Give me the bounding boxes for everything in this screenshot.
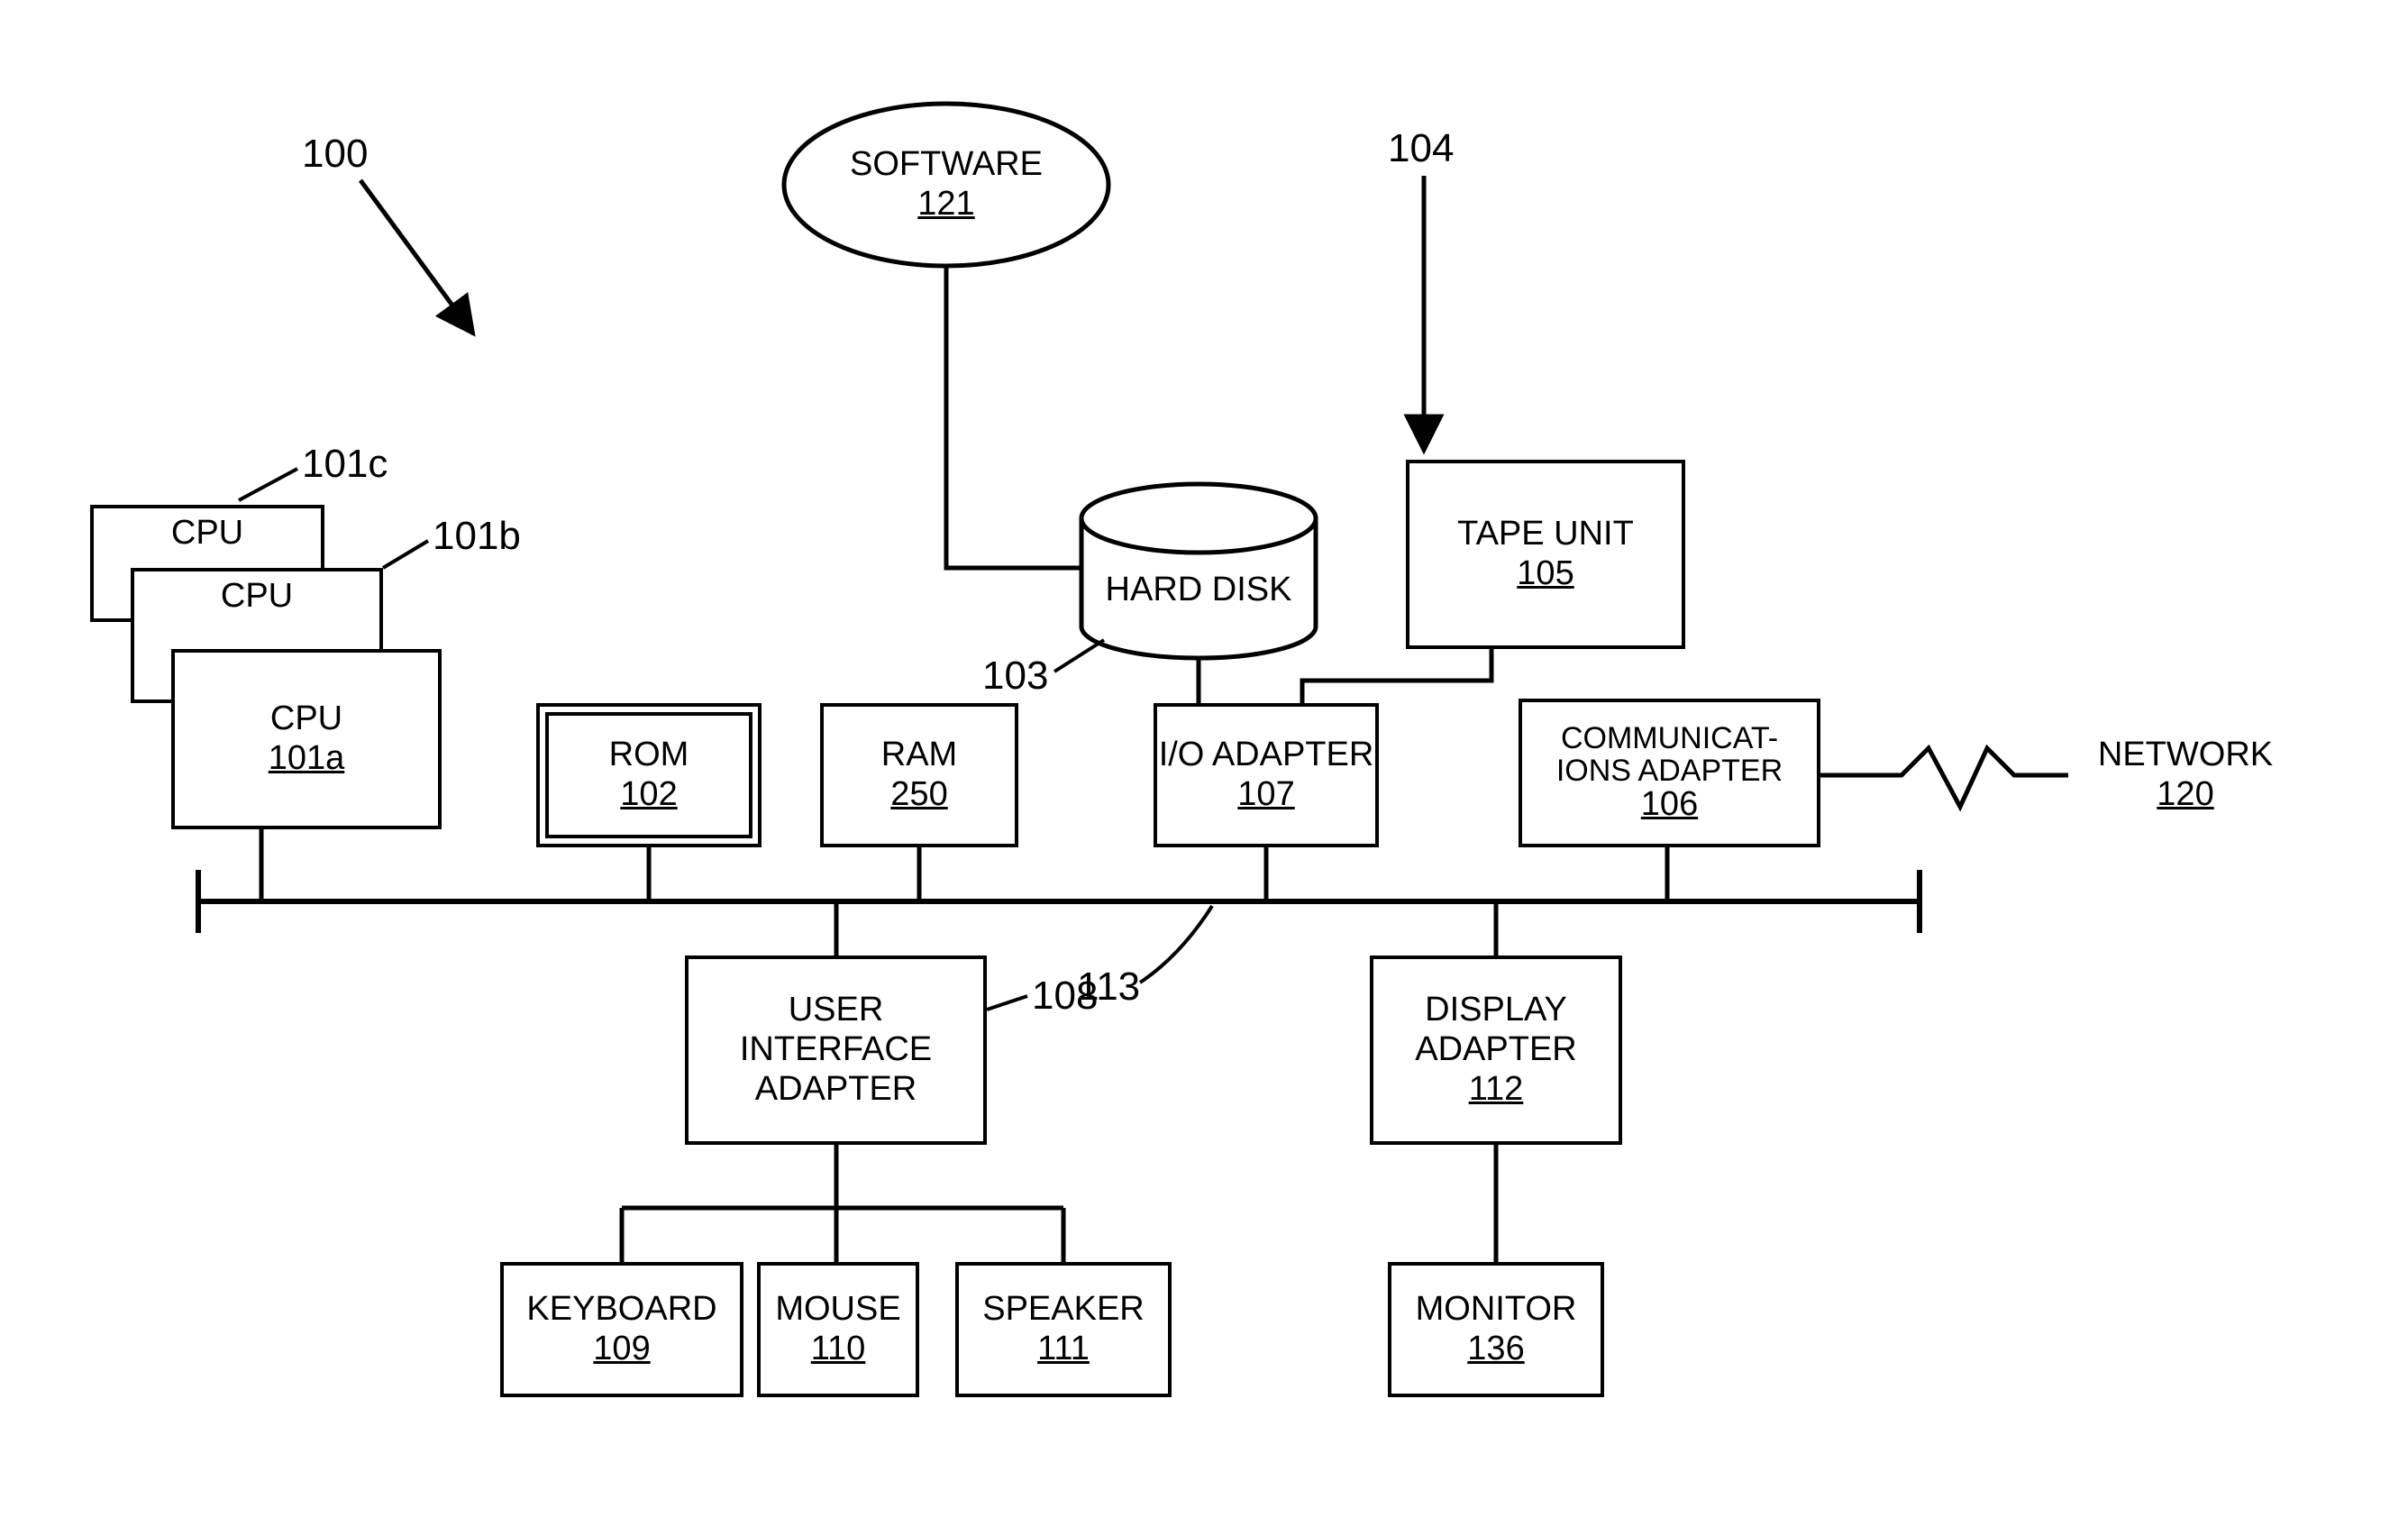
keyboard-ref: 109 [593,1330,650,1369]
cpu-c-label: CPU [171,514,243,553]
mouse-label: MOUSE [775,1290,900,1330]
monitor-block: MONITOR 136 [1388,1262,1604,1397]
tape-ref: 105 [1517,554,1573,594]
keyboard-block: KEYBOARD 109 [500,1262,743,1397]
ram-block: RAM 250 [820,703,1018,847]
ref-harddisk: 103 [982,654,1048,699]
mouse-block: MOUSE 110 [757,1262,919,1397]
software-label: SOFTWARE [850,145,1043,185]
cpu-a-ref: 101a [269,739,345,779]
ram-label: RAM [881,736,957,775]
ref-system: 100 [302,132,368,177]
ram-ref: 250 [890,775,947,815]
tape-unit-block: TAPE UNIT 105 [1406,460,1685,649]
ui-adapter-block: USER INTERFACE ADAPTER [685,956,987,1145]
rom-outer: ROM 102 [536,703,762,847]
software-block: SOFTWARE 121 [816,135,1077,234]
comm-adapter-block: COMMUNICAT- IONS ADAPTER 106 [1519,699,1820,847]
network-ref: 120 [2157,775,2213,815]
ref-tape-lead: 104 [1388,126,1454,171]
speaker-ref: 111 [1037,1330,1090,1369]
network-block: NETWORK 120 [2068,717,2303,834]
comm-label: COMMUNICAT- IONS ADAPTER [1529,723,1810,787]
rom-ref: 102 [620,775,677,815]
mouse-ref: 110 [811,1330,866,1369]
monitor-label: MONITOR [1416,1290,1577,1330]
cpu-b-label: CPU [221,577,293,617]
rom-inner: ROM 102 [545,712,752,838]
cpu-a-label: CPU [270,699,342,739]
keyboard-label: KEYBOARD [526,1290,716,1330]
ref-bus: 113 [1077,965,1140,1010]
rom-label: ROM [609,736,689,775]
cpu-a-block: CPU 101a [171,649,442,829]
ref-cpu-c: 101c [302,442,388,487]
io-label: I/O ADAPTER [1159,736,1374,775]
ui-label: USER INTERFACE ADAPTER [689,991,983,1109]
speaker-block: SPEAKER 111 [955,1262,1172,1397]
software-ref: 121 [917,185,974,224]
harddisk-label: HARD DISK [1106,571,1292,610]
tape-label: TAPE UNIT [1457,515,1634,554]
network-label: NETWORK [2098,736,2273,775]
harddisk-block: HARD DISK [1095,563,1302,617]
io-adapter-block: I/O ADAPTER 107 [1154,703,1379,847]
monitor-ref: 136 [1467,1330,1524,1369]
ref-cpu-b: 101b [433,514,521,559]
display-ref: 112 [1469,1070,1524,1110]
comm-ref: 106 [1641,787,1698,823]
speaker-label: SPEAKER [982,1290,1145,1330]
diagram-canvas: { "refs": { "system": "100", "cpu_a": "1… [0,0,2408,1527]
display-adapter-block: DISPLAY ADAPTER 112 [1370,956,1622,1145]
io-ref: 107 [1237,775,1294,815]
display-label: DISPLAY ADAPTER [1373,991,1619,1069]
